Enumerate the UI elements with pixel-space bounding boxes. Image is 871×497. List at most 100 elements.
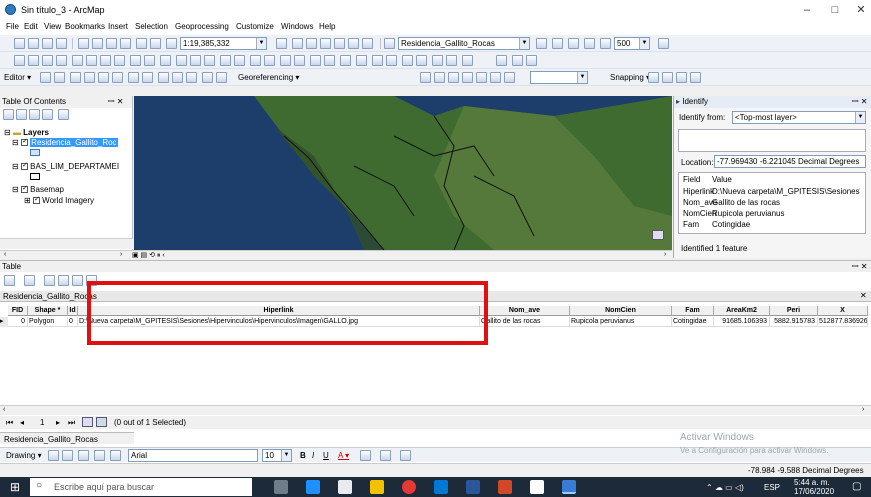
list-by-visibility-icon[interactable]: [29, 109, 40, 120]
file-explorer-icon[interactable]: [370, 480, 384, 494]
menu-selection[interactable]: Selection: [135, 22, 168, 31]
color-bar-icon[interactable]: [462, 55, 473, 66]
menu-file[interactable]: File: [6, 22, 19, 31]
color-picker-icon[interactable]: [496, 55, 507, 66]
go-to-xy-icon[interactable]: [264, 55, 275, 66]
scale-combo[interactable]: 1:19,385,332 ▼: [180, 37, 267, 50]
find-route-icon[interactable]: [250, 55, 261, 66]
sketch-properties-icon[interactable]: [172, 72, 183, 83]
record-number[interactable]: 1: [40, 418, 44, 427]
open-icon[interactable]: [28, 38, 39, 49]
menu-insert[interactable]: Insert: [108, 22, 128, 31]
straight-segment-icon[interactable]: [70, 72, 81, 83]
layer-world-imagery[interactable]: ⊞ World Imagery: [24, 195, 94, 205]
underline-button[interactable]: U: [323, 451, 329, 460]
table-scrollbar[interactable]: ‹ ›: [0, 405, 871, 415]
last-record-icon[interactable]: ⏭: [68, 418, 75, 428]
menu-windows[interactable]: Windows: [281, 22, 313, 31]
field-value[interactable]: D:\Nueva carpeta\M_GPITESIS\Sesiones\: [712, 187, 860, 196]
column-fam[interactable]: Fam: [672, 306, 714, 316]
edit-tool-icon[interactable]: [40, 72, 51, 83]
select-elements-draw-icon[interactable]: [48, 450, 59, 461]
size-combo[interactable]: 500 ▼: [614, 37, 650, 50]
pin-icon[interactable]: ꟷ ✕: [108, 96, 123, 108]
layer-properties-icon[interactable]: [372, 55, 383, 66]
mail-icon[interactable]: [434, 480, 448, 494]
html-popup-icon[interactable]: [600, 38, 611, 49]
related-tables-icon[interactable]: [24, 275, 35, 286]
python-icon[interactable]: [348, 38, 359, 49]
full-extent-icon[interactable]: [56, 55, 67, 66]
rectangle-icon[interactable]: [78, 450, 89, 461]
layout-view-icon[interactable]: ▣ ▤ ⟲ ⏸ ‹: [132, 251, 165, 260]
select-raster-icon[interactable]: [504, 72, 515, 83]
add-control-points-icon[interactable]: [462, 72, 473, 83]
arctoolbox-icon[interactable]: [334, 38, 345, 49]
windows-start-icon[interactable]: ⊞: [10, 480, 20, 494]
georef-layer-icon[interactable]: [202, 72, 213, 83]
font-color-button[interactable]: A ▾: [338, 451, 349, 460]
menu-help[interactable]: Help: [319, 22, 335, 31]
checkbox-basemap[interactable]: [20, 184, 28, 194]
end-point-arc-icon[interactable]: [84, 72, 95, 83]
copy-icon[interactable]: [92, 38, 103, 49]
attributes-icon[interactable]: [416, 55, 427, 66]
column-x[interactable]: X: [818, 306, 868, 316]
identify-from-combo[interactable]: <Top-most layer> ▼: [732, 111, 866, 124]
trace-icon[interactable]: [446, 55, 457, 66]
close-tab-icon[interactable]: ✕: [860, 291, 867, 300]
save-icon[interactable]: [42, 38, 53, 49]
show-all-records-icon[interactable]: [82, 417, 93, 427]
identify-icon[interactable]: [176, 55, 187, 66]
back-icon[interactable]: [100, 55, 111, 66]
layer-bas-lim[interactable]: ⊟ BAS_LIM_DEPARTAMEI: [12, 161, 119, 171]
find-icon[interactable]: [552, 38, 563, 49]
menu-edit[interactable]: Edit: [24, 22, 38, 31]
taskbar-search-box[interactable]: ○ Escribe aquí para buscar: [30, 478, 252, 496]
identify-tree[interactable]: [678, 129, 866, 152]
scroll-right-icon[interactable]: ›: [862, 406, 864, 413]
word-icon[interactable]: [466, 480, 480, 494]
delete-icon[interactable]: [120, 38, 131, 49]
checkbox-bas-lim[interactable]: [20, 161, 28, 171]
shift-icon[interactable]: [434, 72, 445, 83]
time-slider-icon[interactable]: [280, 55, 291, 66]
flicker-icon[interactable]: [324, 55, 335, 66]
toolbar-options-icon[interactable]: [658, 38, 669, 49]
pan-icon[interactable]: [42, 55, 53, 66]
layer-basemap[interactable]: ⊟ Basemap: [12, 184, 64, 194]
add-data-icon[interactable]: [166, 38, 177, 49]
row-selector-icon[interactable]: ▸: [0, 317, 8, 327]
edit-vertices-icon[interactable]: [110, 450, 121, 461]
map-view[interactable]: [134, 96, 672, 250]
clock-time[interactable]: 5:44 a. m.: [794, 478, 830, 487]
link-table-icon[interactable]: [476, 72, 487, 83]
checkbox-world-imagery[interactable]: [32, 195, 40, 205]
measure-icon[interactable]: [568, 38, 579, 49]
line-color-icon[interactable]: [380, 450, 391, 461]
menu-geoprocessing[interactable]: Geoprocessing: [175, 22, 229, 31]
previous-record-icon[interactable]: ◂: [20, 418, 24, 427]
bottom-table-tab[interactable]: Residencia_Gallito_Rocas: [0, 432, 134, 444]
identify-tool-icon[interactable]: [536, 38, 547, 49]
checkbox-residencia[interactable]: [20, 137, 28, 147]
column-areakm2[interactable]: AreaKm2: [714, 306, 770, 316]
viewer-icon[interactable]: [490, 72, 501, 83]
vertex-snap-icon[interactable]: [676, 72, 687, 83]
drawing-menu[interactable]: Drawing ▾: [6, 451, 42, 460]
location-field[interactable]: -77.969430 -6.221045 Decimal Degrees: [714, 155, 866, 168]
options-icon[interactable]: [58, 109, 69, 120]
zoom-in-icon[interactable]: [14, 55, 25, 66]
outline-icon[interactable]: [526, 55, 537, 66]
point-snap-icon[interactable]: [648, 72, 659, 83]
editing-extra-icon[interactable]: [386, 55, 397, 66]
switch-selection-icon[interactable]: [58, 275, 69, 286]
column-shape[interactable]: Shape *: [28, 306, 68, 316]
list-by-selection-icon[interactable]: [42, 109, 53, 120]
transparency-icon[interactable]: [356, 55, 367, 66]
task-view-icon[interactable]: [274, 480, 288, 494]
rotate-georef-icon[interactable]: [420, 72, 431, 83]
acrobat-icon[interactable]: [498, 480, 512, 494]
editor-menu[interactable]: Editor ▾: [4, 73, 31, 82]
zoom-out-icon[interactable]: [28, 55, 39, 66]
